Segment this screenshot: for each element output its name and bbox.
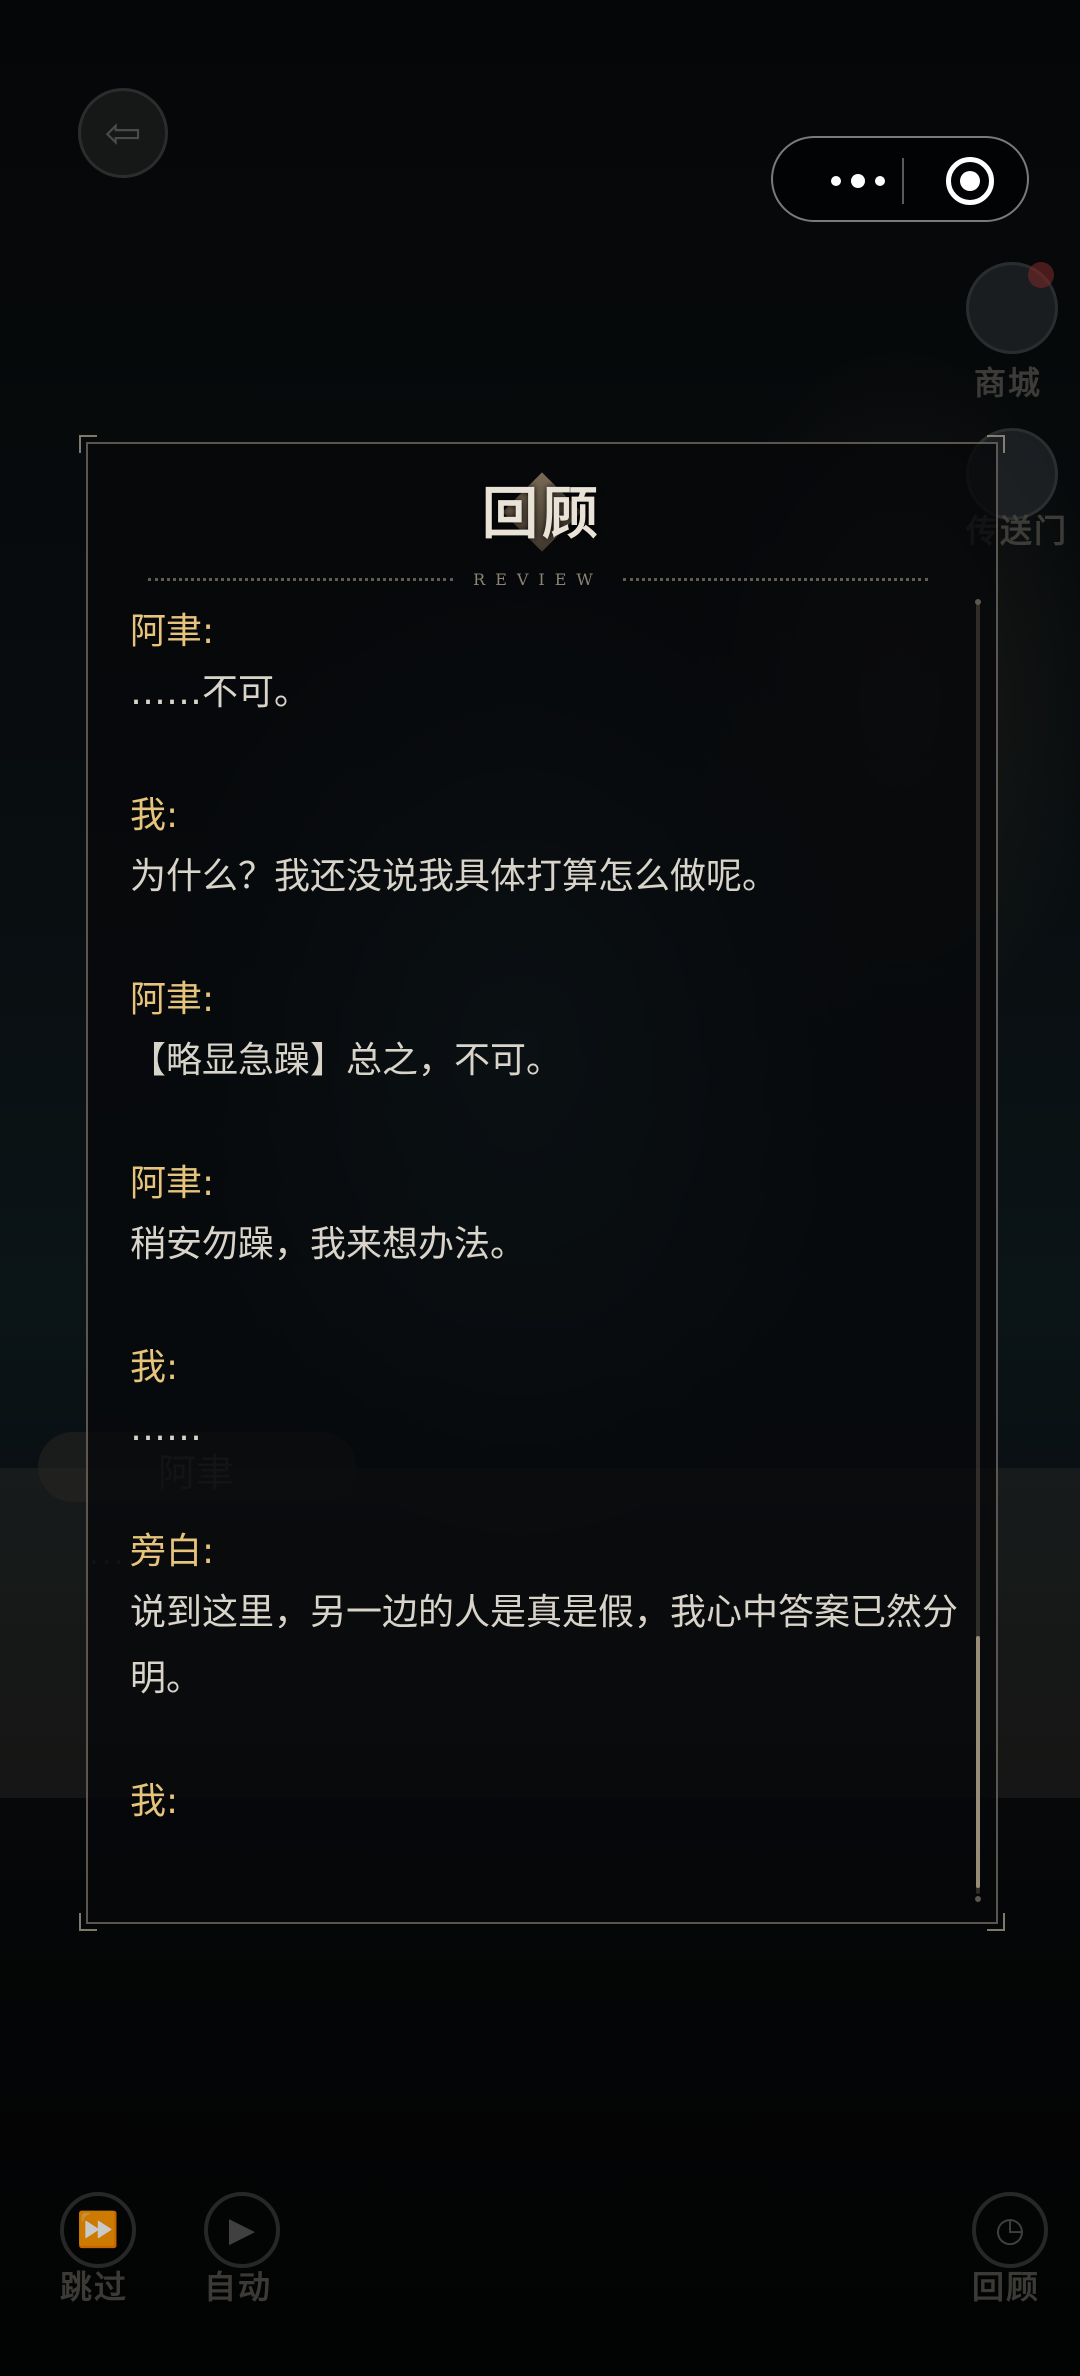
speaker-name: 旁白: <box>130 1531 215 1572</box>
dialogue-text: 说到这里，另一边的人是真是假，我心中答案已然分明。 <box>130 1592 959 1699</box>
review-clock-icon[interactable]: ◷ <box>972 2192 1048 2268</box>
back-button[interactable]: ⇦ <box>78 88 168 178</box>
auto-play-icon[interactable]: ▶ <box>204 2192 280 2268</box>
skip-label: 跳过 <box>60 2268 129 2306</box>
speaker-name: 我: <box>130 795 179 836</box>
review-label: 回顾 <box>972 2268 1041 2306</box>
review-entry: 我: <box>130 1774 990 1830</box>
scrollbar-track[interactable] <box>976 604 980 1894</box>
review-entry: 阿聿: 稍安勿躁，我来想办法。 <box>130 1156 990 1278</box>
dialogue-text: 稍安勿躁，我来想办法。 <box>130 1224 527 1265</box>
review-subtitle-row: REVIEW <box>148 564 929 594</box>
speaker-name: 我: <box>130 1347 179 1388</box>
scrollbar-thumb[interactable] <box>976 1636 980 1888</box>
skip-icon[interactable]: ⏩ <box>60 2192 136 2268</box>
review-entry: 阿聿: ……不可。 <box>130 604 990 726</box>
dialogue-text: …… <box>130 1408 202 1449</box>
review-entry-list[interactable]: 阿聿: ……不可。 我: 为什么？我还没说我具体打算怎么做呢。 阿聿: 【略显急… <box>130 604 990 1904</box>
dialogue-text: ……不可。 <box>130 672 311 713</box>
dialogue-text: 为什么？我还没说我具体打算怎么做呢。 <box>130 856 779 897</box>
shop-label: 商城 <box>974 364 1043 402</box>
dotted-divider <box>148 577 454 581</box>
speaker-name: 我: <box>130 1781 179 1822</box>
review-entry: 旁白: 说到这里，另一边的人是真是假，我心中答案已然分明。 <box>130 1524 990 1712</box>
review-entry: 我: …… <box>130 1340 990 1462</box>
dialogue-text: 【略显急躁】总之，不可。 <box>130 1040 563 1081</box>
speaker-name: 阿聿: <box>130 1163 215 1204</box>
speaker-name: 阿聿: <box>130 611 215 652</box>
frame-corner <box>79 435 97 453</box>
speaker-name: 阿聿: <box>130 979 215 1020</box>
frame-corner <box>987 435 1005 453</box>
more-dots-icon[interactable] <box>813 156 903 206</box>
frame-corner <box>79 1913 97 1931</box>
frame-corner <box>987 1913 1005 1931</box>
review-subtitle: REVIEW <box>473 569 603 589</box>
review-entry: 阿聿: 【略显急躁】总之，不可。 <box>130 972 990 1094</box>
notification-dot <box>1028 262 1054 288</box>
capsule-divider <box>902 158 904 204</box>
auto-label: 自动 <box>204 2268 273 2306</box>
dotted-divider <box>622 577 929 581</box>
review-header: 回顾 <box>88 472 996 554</box>
review-entry: 我: 为什么？我还没说我具体打算怎么做呢。 <box>130 788 990 910</box>
scrollbar-cap <box>975 1896 981 1902</box>
mini-program-close-icon[interactable] <box>946 157 994 205</box>
review-panel: 回顾 REVIEW 阿聿: ……不可。 我: 为什么？我还没说我具体打算怎么做呢… <box>79 435 1005 1931</box>
mini-program-capsule <box>771 136 1029 222</box>
back-arrow-icon: ⇦ <box>104 107 142 159</box>
review-title: 回顾 <box>482 481 602 547</box>
